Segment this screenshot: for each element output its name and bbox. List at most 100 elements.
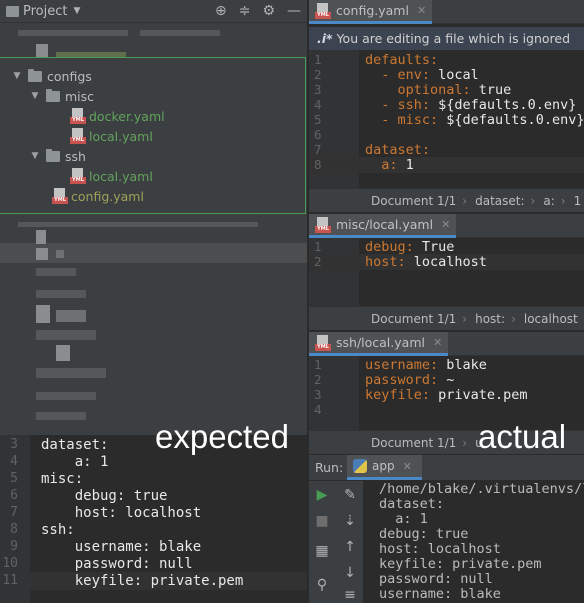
expand-arrow-icon[interactable]: ▼ bbox=[30, 91, 40, 101]
code-line[interactable]: keyfile: private.pem bbox=[365, 387, 528, 403]
locate-icon[interactable]: ⊕ bbox=[215, 3, 227, 19]
yaml-key: optional: bbox=[365, 82, 471, 98]
line-number: 1 bbox=[314, 239, 322, 254]
code-line: misc: bbox=[41, 471, 84, 487]
tree-item-misc[interactable]: ▼ misc bbox=[30, 86, 94, 106]
tree-item-ssh[interactable]: ▼ ssh bbox=[30, 146, 86, 166]
folder-icon bbox=[46, 148, 60, 162]
console-line: host: localhost bbox=[379, 541, 501, 557]
code-line[interactable]: defaults: bbox=[365, 52, 438, 68]
code-line[interactable]: - misc: ${defaults.0.env} bbox=[365, 112, 584, 128]
run-tab-label: app bbox=[372, 459, 395, 473]
code-line[interactable]: - env: local bbox=[365, 67, 479, 83]
tree-item-label: local.yaml bbox=[89, 168, 153, 184]
yaml-key: debug: bbox=[365, 239, 414, 255]
tree-item-label: local.yaml bbox=[89, 128, 153, 144]
line-number: 8 bbox=[314, 157, 322, 172]
folder-icon bbox=[28, 68, 42, 82]
project-view-icon bbox=[6, 5, 19, 17]
code-line[interactable]: - ssh: ${defaults.0.env} bbox=[365, 97, 576, 113]
editor3-tabbar: YML ssh/local.yaml ✕ bbox=[309, 332, 584, 356]
breadcrumb-document[interactable]: Document 1/1 bbox=[371, 436, 456, 450]
chevron-down-icon[interactable]: ▼ bbox=[73, 6, 80, 16]
expand-arrow-icon[interactable]: ▼ bbox=[30, 151, 40, 161]
breadcrumb-document[interactable]: Document 1/1 bbox=[371, 194, 456, 208]
tree-item-label: ssh bbox=[65, 148, 86, 164]
yaml-key: dataset: bbox=[365, 142, 431, 158]
project-title[interactable]: Project bbox=[23, 4, 67, 19]
tree-item-label: configs bbox=[47, 68, 92, 84]
code-line[interactable]: optional: true bbox=[365, 82, 512, 98]
code-line[interactable]: debug: True bbox=[365, 239, 454, 255]
line-number: 5 bbox=[314, 112, 322, 127]
wrap-icon[interactable]: ≡ bbox=[337, 587, 363, 603]
edit-config-icon[interactable]: ✎ bbox=[337, 487, 363, 509]
line-number: 2 bbox=[314, 254, 322, 269]
close-icon[interactable]: ✕ bbox=[441, 218, 450, 231]
tree-item-configs[interactable]: ▼ configs bbox=[12, 66, 92, 86]
yaml-file-icon: YML bbox=[52, 188, 68, 204]
project-panel-header: Project ▼ ⊕ ≑ ⚙ — bbox=[0, 0, 307, 23]
yaml-file-icon: YML bbox=[315, 2, 331, 19]
tab-config-yaml[interactable]: YML config.yaml ✕ bbox=[309, 0, 433, 24]
tab-label: config.yaml bbox=[336, 3, 409, 18]
tree-item-config-yaml[interactable]: YML config.yaml bbox=[52, 186, 144, 206]
gear-icon[interactable]: ⚙ bbox=[262, 3, 275, 19]
ignored-file-banner: .i* You are editing a file which is igno… bbox=[309, 27, 584, 50]
code-line[interactable]: host: localhost bbox=[365, 254, 487, 270]
rerun-icon[interactable]: ▶ bbox=[309, 487, 335, 509]
close-icon[interactable]: ✕ bbox=[403, 460, 412, 473]
hide-icon[interactable]: — bbox=[287, 3, 301, 19]
tree-item-docker-yaml[interactable]: YML docker.yaml bbox=[70, 106, 165, 126]
breadcrumb-item[interactable]: host: bbox=[475, 312, 505, 326]
code-line: dataset: bbox=[41, 437, 109, 453]
pin-icon[interactable]: ⚲ bbox=[309, 577, 335, 599]
code-line[interactable]: a: 1 bbox=[365, 157, 414, 173]
editor1-tabbar: YML config.yaml ✕ bbox=[309, 0, 584, 24]
line-number: 10 bbox=[2, 556, 18, 571]
yaml-value: 1 bbox=[397, 157, 414, 173]
expand-arrow-icon[interactable]: ▼ bbox=[12, 71, 22, 81]
breadcrumb-item[interactable]: a: bbox=[543, 194, 554, 208]
line-number: 5 bbox=[10, 471, 18, 486]
line-number: 1 bbox=[314, 52, 322, 67]
stop-icon[interactable]: ■ bbox=[309, 513, 335, 535]
tree-item-misc-local-yaml[interactable]: YML local.yaml bbox=[70, 126, 153, 146]
line-number: 3 bbox=[10, 437, 18, 452]
tab-label: misc/local.yaml bbox=[336, 217, 434, 232]
layout-icon[interactable]: ▦ bbox=[309, 543, 335, 565]
line-number: 6 bbox=[314, 127, 322, 142]
folder-icon bbox=[46, 88, 60, 102]
yaml-key: password: bbox=[365, 372, 439, 388]
line-number: 11 bbox=[2, 573, 18, 588]
breadcrumb-item[interactable]: localhost bbox=[524, 312, 578, 326]
breadcrumb-item[interactable]: dataset: bbox=[475, 194, 524, 208]
tab-misc-local-yaml[interactable]: YML misc/local.yaml ✕ bbox=[309, 214, 457, 238]
breadcrumb-item[interactable]: 1 bbox=[574, 194, 582, 208]
down-arrow-icon[interactable]: ↓ bbox=[337, 565, 363, 587]
yaml-value: local bbox=[430, 67, 479, 83]
tree-item-label: misc bbox=[65, 88, 95, 104]
sort-down-icon[interactable]: ⇣ bbox=[337, 513, 363, 535]
up-arrow-icon[interactable]: ↑ bbox=[337, 539, 363, 561]
close-icon[interactable]: ✕ bbox=[417, 4, 426, 17]
collapse-icon[interactable]: ≑ bbox=[239, 3, 251, 19]
code-line[interactable]: dataset: bbox=[365, 142, 430, 158]
tab-run-app[interactable]: app ✕ bbox=[347, 455, 422, 480]
tree-item-label: docker.yaml bbox=[89, 108, 165, 124]
tab-ssh-local-yaml[interactable]: YML ssh/local.yaml ✕ bbox=[309, 332, 449, 356]
code-line: password: null bbox=[41, 556, 193, 572]
banner-text: You are editing a file which is ignored bbox=[336, 31, 571, 46]
code-line[interactable]: password: ~ bbox=[365, 372, 454, 388]
yaml-key: - env: bbox=[365, 67, 431, 83]
yaml-file-icon: YML bbox=[315, 334, 331, 351]
close-icon[interactable]: ✕ bbox=[433, 336, 442, 349]
code-line[interactable]: username: blake bbox=[365, 357, 487, 373]
console-line: password: null bbox=[379, 571, 493, 587]
breadcrumb-document[interactable]: Document 1/1 bbox=[371, 312, 456, 326]
yaml-key: keyfile: bbox=[365, 387, 431, 403]
line-number: 9 bbox=[10, 539, 18, 554]
tree-item-ssh-local-yaml[interactable]: YML local.yaml bbox=[70, 166, 153, 186]
code-line: a: 1 bbox=[41, 454, 109, 470]
code-line: keyfile: private.pem bbox=[41, 573, 244, 589]
